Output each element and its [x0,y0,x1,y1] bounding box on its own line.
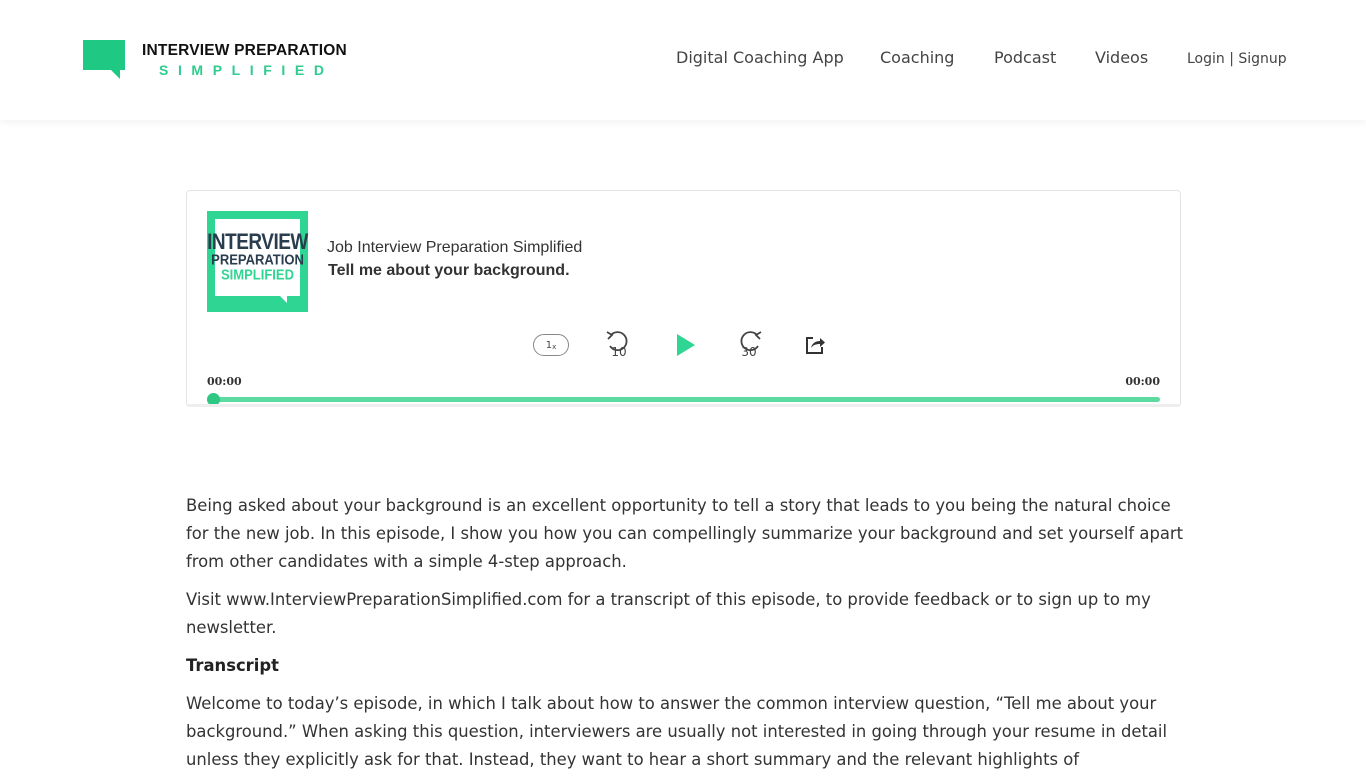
transcript-heading: Transcript [186,656,279,675]
play-icon [677,334,695,356]
description-paragraph: Being asked about your background is an … [186,496,1184,571]
description-paragraph: Visit www.InterviewPreparationSimplified… [186,590,1151,637]
progress-bar[interactable] [207,397,1160,402]
share-button[interactable] [802,329,828,361]
nav-digital-coaching-app[interactable]: Digital Coaching App [676,48,844,67]
nav-coaching[interactable]: Coaching [880,48,954,67]
forward-30-button[interactable]: 30 [735,329,765,361]
nav-videos[interactable]: Videos [1095,48,1148,67]
speed-suffix: x [552,343,557,351]
episode-title: Tell me about your background. [328,262,570,279]
main-nav: Digital Coaching App Coaching Podcast Vi… [0,48,1366,72]
play-button[interactable] [670,329,700,361]
episode-description: Being asked about your background is an … [186,492,1186,784]
cover-bubble-tail [279,295,287,303]
show-name: Job Interview Preparation Simplified [327,239,583,256]
time-elapsed: 00:00 [207,375,242,388]
time-total: 00:00 [1125,375,1160,388]
player-controls: 1x 10 30 [187,329,1180,361]
rewind-seconds: 10 [611,345,626,359]
rewind-10-button[interactable]: 10 [603,329,633,361]
playback-speed-button[interactable]: 1x [533,334,569,356]
share-icon [806,337,825,354]
podcast-cover-art: INTERVIEW PREPARATION SIMPLIFIED [207,211,308,312]
transcript-paragraph: Welcome to today’s episode, in which I t… [186,694,1168,769]
nav-podcast[interactable]: Podcast [994,48,1056,67]
rewind-10-icon: 10 [606,331,628,359]
nav-login-signup[interactable]: Login | Signup [1187,51,1287,67]
site-header: INTERVIEW PREPARATION SIMPLIFIED Digital… [0,0,1366,120]
player-bottom-border [187,404,1180,407]
cover-text-line3: SIMPLIFIED [221,265,294,284]
podcast-player: INTERVIEW PREPARATION SIMPLIFIED Job Int… [186,190,1181,407]
forward-30-icon: 30 [740,331,762,359]
forward-seconds: 30 [741,345,756,359]
